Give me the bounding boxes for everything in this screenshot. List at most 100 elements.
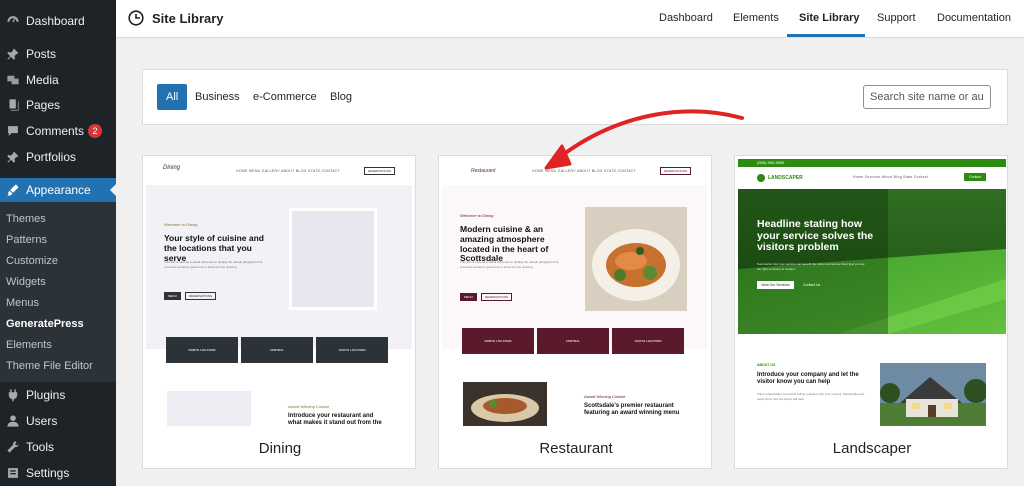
nav-site-library[interactable]: Site Library (799, 12, 860, 24)
preview-location: NORTH LOCATION (166, 337, 238, 363)
preview-about-body: This is placeholder text which will be r… (757, 392, 865, 401)
sidebar-item-comments[interactable]: Comments 2 (0, 119, 116, 143)
submenu-item-menus[interactable]: Menus (6, 297, 39, 309)
preview-award: Award Winning Cuisine (288, 404, 330, 409)
preview-image-placeholder (167, 391, 251, 426)
plugin-icon (6, 388, 20, 402)
sidebar-item-portfolios[interactable]: Portfolios (0, 145, 116, 169)
preview-cta: RESERVATIONS (660, 167, 692, 175)
submenu-item-widgets[interactable]: Widgets (6, 276, 46, 288)
appearance-submenu: Themes Patterns Customize Widgets Menus … (0, 202, 116, 382)
preview-nav: HOME MENU GALLERY ABOUT BLOG STATS CONTA… (532, 169, 637, 173)
pin-icon (6, 150, 20, 164)
media-icon (6, 73, 20, 87)
preview-cta: RESERVATIONS (364, 167, 396, 175)
submenu-item-customize[interactable]: Customize (6, 255, 58, 267)
preview-btn-menu: MENU (460, 293, 477, 301)
sidebar-item-label: Dashboard (26, 14, 85, 28)
preview-btn-services: View Our Services (757, 281, 794, 289)
sidebar-item-posts[interactable]: Posts (0, 42, 116, 66)
sidebar-item-label: Users (26, 414, 58, 428)
user-icon (6, 414, 20, 428)
sidebar-item-tools[interactable]: Tools (0, 435, 116, 459)
filter-ecommerce[interactable]: e-Commerce (253, 84, 317, 110)
preview-location: NORTH LOCATION (462, 328, 534, 354)
submenu-item-elements[interactable]: Elements (6, 339, 52, 351)
sidebar-item-label: Posts (26, 47, 57, 61)
pages-icon (6, 98, 20, 112)
pin-icon (6, 47, 20, 61)
preview-location: SOUTH LOCATION (316, 337, 388, 363)
nav-support[interactable]: Support (877, 12, 916, 24)
food-photo-placeholder (585, 207, 687, 311)
preview-body: This text is here as a visual reference … (164, 260, 264, 269)
preview-about-label: ABOUT US (757, 363, 776, 367)
preview-btn-contact: Contact Us (803, 283, 821, 287)
sidebar-item-label: Comments (26, 124, 85, 138)
sidebar-item-label: Tools (26, 440, 55, 454)
preview-body: Summarize how your service can benefit t… (757, 262, 865, 271)
submenu-item-patterns[interactable]: Patterns (6, 234, 47, 246)
site-preview-restaurant[interactable]: Restaurant HOME MENU GALLERY ABOUT BLOG … (439, 156, 711, 426)
preview-logo-mark (757, 174, 765, 182)
preview-welcome: Welcome to Dining (460, 213, 494, 218)
sidebar-item-label: Settings (26, 466, 70, 480)
preview-headline: Your style of cuisine and the locations … (164, 233, 264, 263)
sidebar-item-appearance[interactable]: Appearance (0, 178, 116, 202)
site-preview-landscaper[interactable]: (555) 555-5555 LANDSCAPER Home Services … (735, 156, 1007, 426)
sidebar-item-label: Appearance (26, 183, 91, 197)
preview-logo: Restaurant (471, 168, 496, 174)
nav-documentation[interactable]: Documentation (937, 12, 1011, 24)
site-card-restaurant[interactable]: Restaurant HOME MENU GALLERY ABOUT BLOG … (438, 155, 712, 469)
preview-headline: Headline stating how your service solves… (757, 218, 874, 254)
sidebar-item-dashboard[interactable]: Dashboard (0, 9, 116, 33)
comments-count-badge: 2 (88, 124, 103, 138)
preview-logo: LANDSCAPER (768, 175, 803, 181)
nav-elements[interactable]: Elements (733, 12, 779, 24)
preview-nav: Home Services About Blog Stats Contact (853, 175, 929, 179)
comment-icon (6, 124, 20, 138)
submenu-item-theme-file-editor[interactable]: Theme File Editor (6, 360, 93, 372)
search-input[interactable] (863, 85, 991, 109)
filter-blog[interactable]: Blog (330, 84, 352, 110)
site-name-dining: Dining (258, 440, 302, 457)
page-title: Site Library (152, 11, 224, 26)
nav-dashboard[interactable]: Dashboard (659, 12, 713, 24)
site-preview-dining[interactable]: Dining HOME MENU GALLERY ABOUT BLOG STAT… (143, 156, 415, 426)
preview-phone: (555) 555-5555 (757, 160, 785, 165)
preview-bottom-headline: Introduce your restaurant and what makes… (288, 413, 382, 426)
preview-welcome: Welcome to Dining (164, 222, 198, 227)
top-header: Site Library Dashboard Elements Site Lib… (116, 0, 1024, 38)
preview-headline: Modern cuisine & an amazing atmosphere l… (460, 224, 549, 264)
house-photo-placeholder (880, 363, 986, 426)
filter-all[interactable]: All (157, 84, 188, 110)
site-name-restaurant: Restaurant (539, 440, 613, 457)
filter-bar: All Business e-Commerce Blog (142, 69, 1008, 125)
sidebar-item-plugins[interactable]: Plugins (0, 383, 116, 407)
preview-bottom-headline: Scottsdale's premier restaurant featurin… (584, 403, 680, 416)
sidebar-item-media[interactable]: Media (0, 68, 116, 92)
preview-location: SOUTH LOCATION (612, 328, 684, 354)
sidebar-item-pages[interactable]: Pages (0, 93, 116, 117)
settings-icon (6, 466, 20, 480)
preview-btn-menu: MENU (164, 292, 181, 300)
sidebar-item-settings[interactable]: Settings (0, 461, 116, 485)
sidebar-item-label: Pages (26, 98, 61, 112)
preview-btn-reservations: RESERVATIONS (185, 292, 217, 300)
preview-about-headline: Introduce your company and let the visit… (757, 372, 859, 385)
brush-icon (6, 183, 20, 197)
wrench-icon (6, 440, 20, 454)
preview-btn-reservations: RESERVATIONS (481, 293, 513, 301)
site-name-landscaper: Landscaper (832, 440, 912, 457)
submenu-item-generatepress[interactable]: GeneratePress (6, 318, 84, 330)
active-tab-indicator (787, 34, 865, 37)
preview-logo: Dining (163, 165, 181, 171)
filter-business[interactable]: Business (195, 84, 240, 110)
sidebar-item-label: Plugins (26, 388, 66, 402)
preview-body: This text is here as a visual reference … (460, 260, 560, 269)
submenu-item-themes[interactable]: Themes (6, 213, 46, 225)
generatepress-logo-icon (128, 10, 144, 26)
site-card-landscaper[interactable]: (555) 555-5555 LANDSCAPER Home Services … (734, 155, 1008, 469)
sidebar-item-users[interactable]: Users (0, 409, 116, 433)
site-card-dining[interactable]: Dining HOME MENU GALLERY ABOUT BLOG STAT… (142, 155, 416, 469)
